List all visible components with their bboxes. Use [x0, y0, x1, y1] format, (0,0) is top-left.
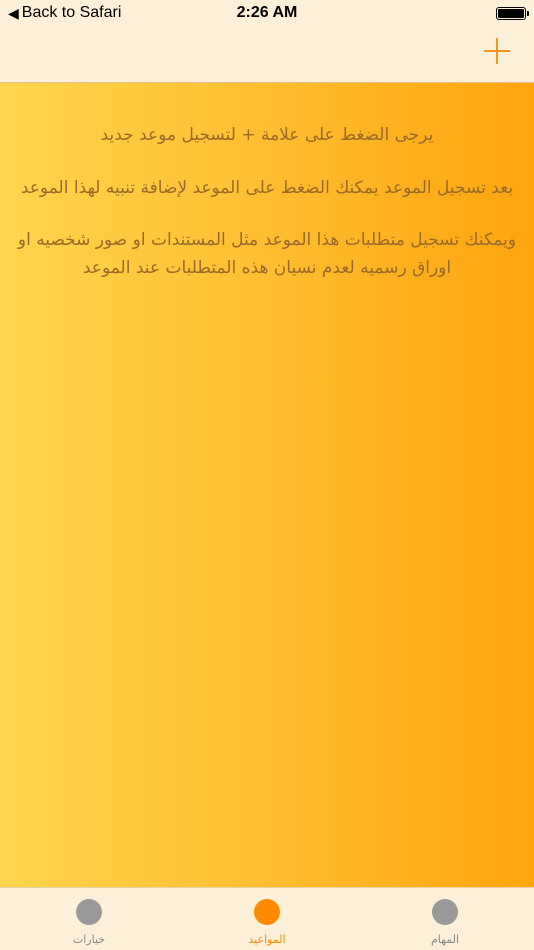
appointments-content: يرجى الضغط على علامة + لتسجيل موعد جديد … [0, 83, 534, 887]
tab-appointments-icon [254, 899, 280, 925]
tab-options-icon [76, 899, 102, 925]
status-bar: ◀ Back to Safari 2:26 AM [0, 0, 534, 28]
tab-options[interactable]: خيارات [0, 888, 178, 950]
tab-appointments-label: المواعيد [248, 933, 286, 946]
battery-icon [496, 7, 529, 20]
status-time: 2:26 AM [236, 4, 298, 21]
tab-tasks-icon [432, 899, 458, 925]
tab-options-label: خيارات [72, 933, 106, 946]
battery-fill [498, 9, 524, 18]
tab-appointments[interactable]: المواعيد [178, 888, 356, 950]
instruction-line-3: ويمكنك تسجيل متطلبات هذا الموعد مثل المس… [17, 230, 517, 278]
add-appointment-button[interactable] [484, 38, 510, 64]
instruction-line-1: يرجى الضغط على علامة + لتسجيل موعد جديد [100, 125, 434, 145]
tab-bar: خيارات المواعيد المهام [0, 887, 534, 950]
instruction-line-2: بعد تسجيل الموعد يمكنك الضغط على الموعد … [20, 178, 514, 198]
nav-bar [0, 28, 534, 83]
tab-tasks[interactable]: المهام [356, 888, 534, 950]
tab-tasks-label: المهام [431, 933, 459, 946]
